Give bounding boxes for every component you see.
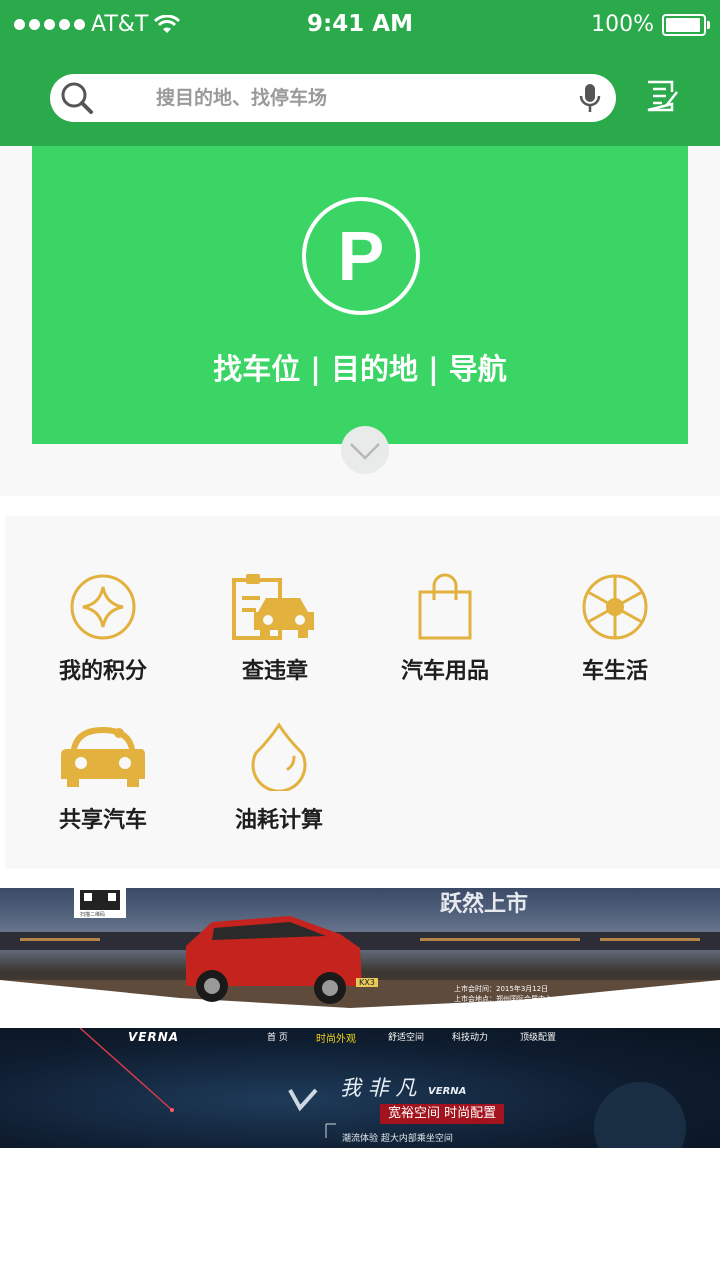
banner-nav-item: 科技动力 <box>452 1033 489 1043</box>
service-car-life[interactable]: 车生活 <box>530 571 700 685</box>
search-bar[interactable]: 搜目的地、找停车场 <box>50 74 616 122</box>
banner-nav-item: 舒适空间 <box>388 1033 425 1043</box>
battery-group: 100% <box>591 12 710 37</box>
promo-banner-kx3[interactable]: 扫描二维码 KX3 跃然上市 上市会时间：2015年3月12日 上市会地点：郑州… <box>0 888 720 1008</box>
banner-tag: 宽裕空间 时尚配置 <box>380 1104 505 1124</box>
service-points[interactable]: 我的积分 <box>18 571 188 685</box>
car-plate: KX3 <box>356 978 378 987</box>
promo-banner-verna[interactable]: VERNA 首 页 时尚外观 舒适空间 科技动力 顶级配置 我 非 凡 VERN… <box>0 1028 720 1148</box>
banner-slogan-brand: VERNA <box>428 1086 467 1097</box>
chevron-down-icon <box>350 443 380 460</box>
banner-info-2: 上市会地点：郑州国际会展中心 <box>454 995 552 1003</box>
banner-line-1: 潮流体验 超大内部乘坐空间 <box>342 1134 453 1144</box>
fuel-drop-icon <box>251 722 307 791</box>
service-shared-car[interactable]: 共享汽车 <box>18 720 188 834</box>
service-violation[interactable]: 查违章 <box>190 571 360 685</box>
hero-tagline: 找车位 | 目的地 | 导航 <box>213 352 507 386</box>
hero-section: P 找车位 | 目的地 | 导航 <box>0 146 720 496</box>
search-input[interactable]: 搜目的地、找停车场 <box>156 74 327 122</box>
shopping-bag-icon <box>418 573 472 640</box>
points-icon <box>70 574 136 640</box>
search-icon <box>61 82 93 114</box>
section-divider <box>0 496 720 516</box>
app-header: 搜目的地、找停车场 <box>0 52 720 146</box>
banner-nav-item: 时尚外观 <box>316 1034 356 1045</box>
banner-slogan: 我 非 凡 <box>340 1076 417 1100</box>
service-label: 查违章 <box>241 659 308 684</box>
service-label: 油耗计算 <box>234 808 323 833</box>
service-label: 我的积分 <box>58 659 147 684</box>
find-parking-card[interactable]: P 找车位 | 目的地 | 导航 <box>32 146 688 444</box>
banner-image <box>0 888 720 1008</box>
banner-headline: 跃然上市 <box>440 892 529 917</box>
service-car-supplies[interactable]: 汽车用品 <box>360 571 530 685</box>
banner-nav: 首 页 时尚外观 舒适空间 科技动力 顶级配置 <box>260 1030 580 1046</box>
battery-percent: 100% <box>591 12 654 37</box>
notes-icon[interactable] <box>644 78 680 114</box>
violation-check-icon <box>232 574 314 640</box>
service-label: 共享汽车 <box>58 808 147 833</box>
microphone-icon[interactable] <box>578 82 602 114</box>
banner-nav-item: 首 页 <box>267 1033 288 1043</box>
car-life-icon <box>582 574 648 640</box>
service-label: 车生活 <box>581 659 648 684</box>
service-label: 汽车用品 <box>400 659 489 684</box>
services-grid: 我的积分 查违章 汽车用品 车生活 共享汽车 油耗计算 <box>6 516 720 866</box>
shared-car-icon <box>61 727 145 787</box>
verna-logo: VERNA <box>128 1030 180 1044</box>
service-fuel-calc[interactable]: 油耗计算 <box>194 720 364 834</box>
parking-icon: P <box>302 197 420 315</box>
banner-nav-item: 顶级配置 <box>520 1033 557 1043</box>
qr-caption: 扫描二维码 <box>80 912 106 918</box>
status-bar: AT&T 9:41 AM 100% <box>0 0 720 52</box>
expand-button[interactable] <box>341 426 389 474</box>
battery-icon <box>662 13 710 36</box>
banner-info-1: 上市会时间：2015年3月12日 <box>454 985 549 993</box>
